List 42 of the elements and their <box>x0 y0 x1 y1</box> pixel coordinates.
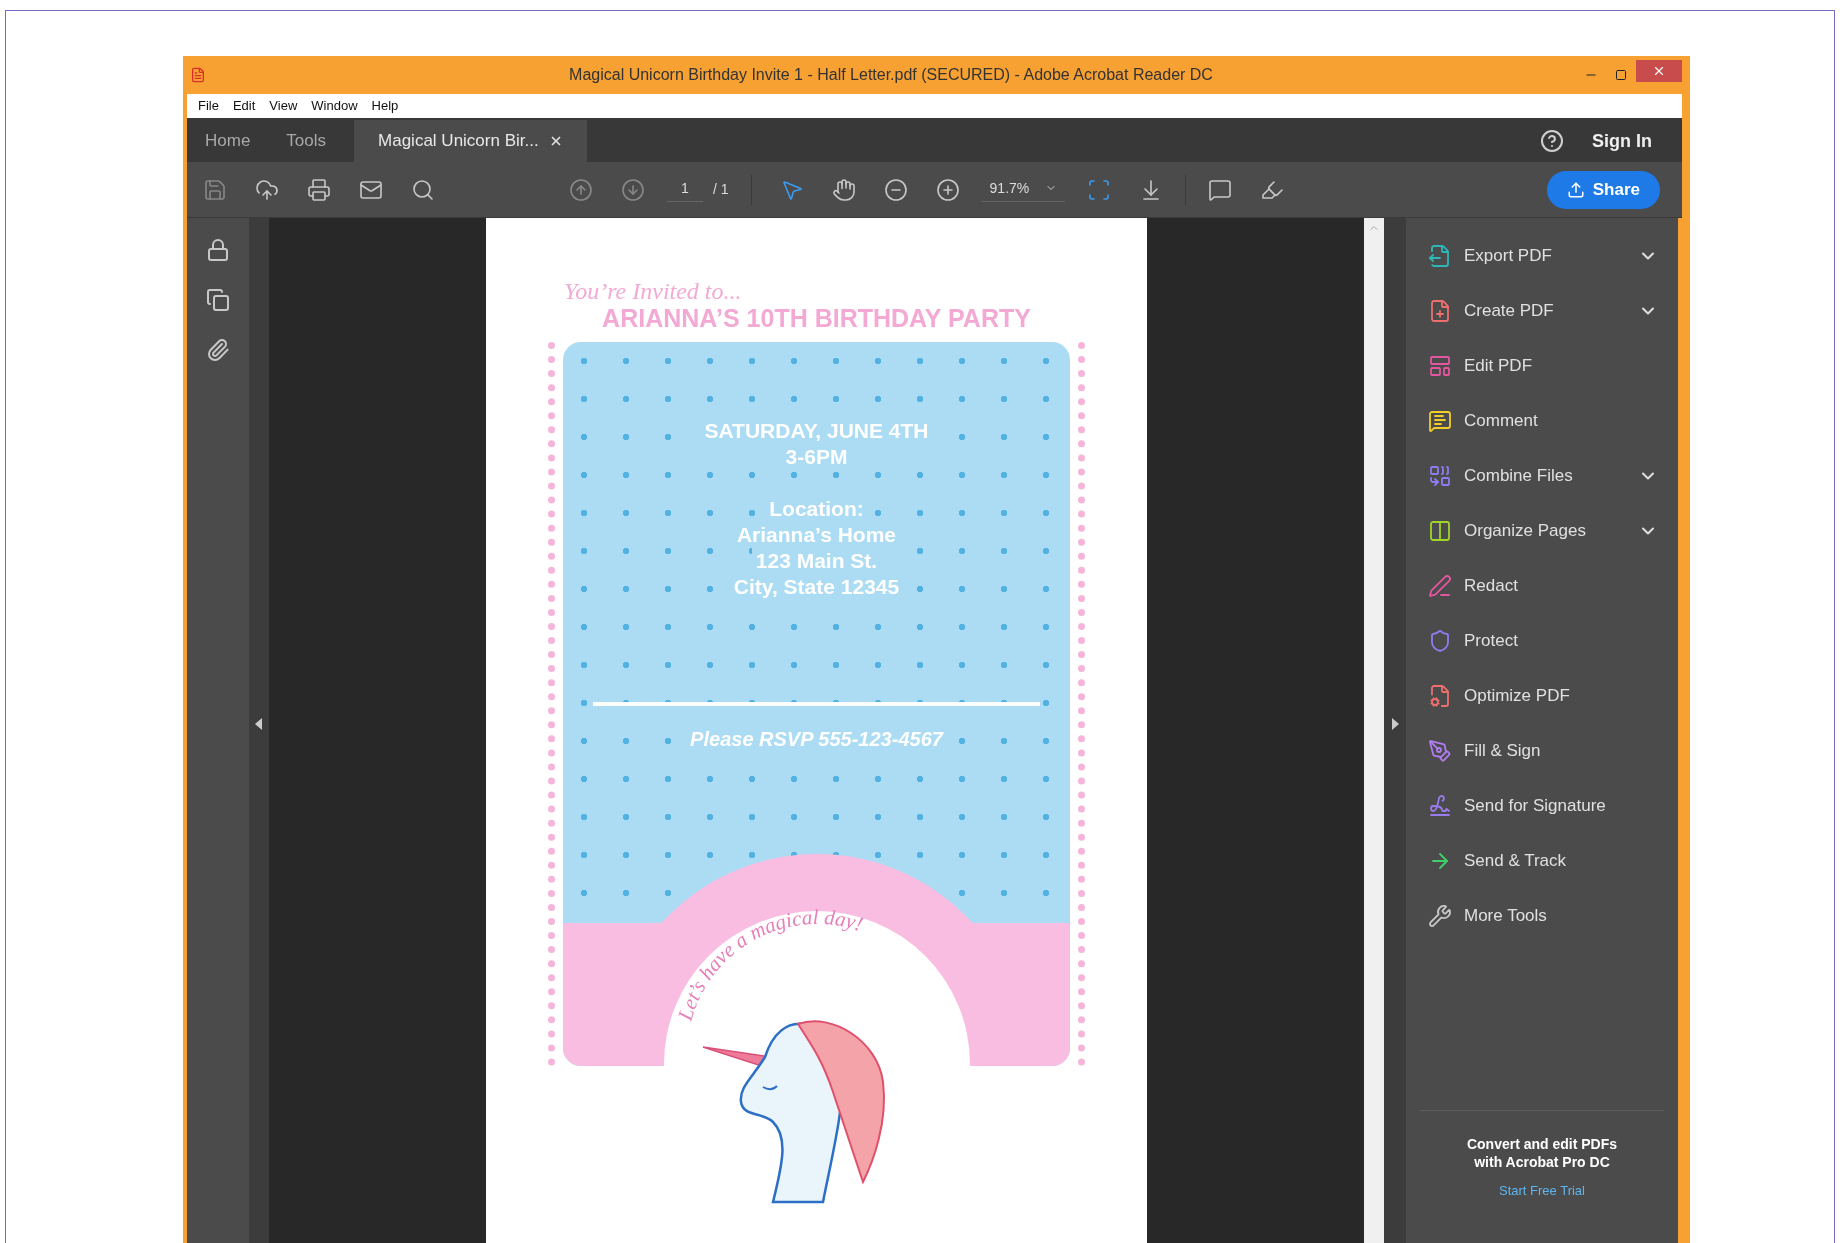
tool-item[interactable]: Export PDF <box>1406 228 1678 283</box>
pdf-file-icon <box>190 67 206 83</box>
tool-item[interactable]: Comment <box>1406 393 1678 448</box>
menu-item[interactable]: Window <box>304 96 365 116</box>
page-total: / 1 <box>713 180 729 199</box>
sign-in-button[interactable]: Sign In <box>1592 127 1652 155</box>
tool-item[interactable]: Redact <box>1406 558 1678 613</box>
tool-item[interactable]: Organize Pages <box>1406 503 1678 558</box>
promo-text: Convert and edit PDFs <box>1466 1134 1618 1153</box>
tool-item[interactable]: Optimize PDF <box>1406 668 1678 723</box>
collapse-left-icon[interactable] <box>255 718 263 730</box>
tool-item[interactable]: Send for Signature <box>1406 778 1678 833</box>
menu-item[interactable]: View <box>262 96 305 116</box>
menu-item[interactable]: Help <box>364 96 406 116</box>
tool-item[interactable]: Combine Files <box>1406 448 1678 503</box>
menu-item[interactable]: Edit <box>225 96 263 116</box>
collapse-right-icon[interactable] <box>1391 718 1399 730</box>
tool-item[interactable]: Create PDF <box>1406 283 1678 338</box>
lock-icon[interactable] <box>206 238 230 262</box>
start-trial-link[interactable]: Start Free Trial <box>1499 1180 1585 1200</box>
invite-script-heading: You’re Invited to... <box>564 278 743 304</box>
page-number-field[interactable]: 1 <box>667 177 703 202</box>
share-icon <box>1566 180 1585 199</box>
pages-icon[interactable] <box>206 288 230 312</box>
share-button[interactable]: Share <box>1546 170 1660 209</box>
tool-item[interactable]: More Tools <box>1406 888 1678 943</box>
zoom-dropdown[interactable]: 91.7% <box>981 177 1066 202</box>
help-icon[interactable] <box>1540 129 1564 153</box>
tool-item[interactable]: Fill & Sign <box>1406 723 1678 778</box>
maximize-icon <box>1615 69 1627 81</box>
attachment-icon[interactable] <box>206 338 230 362</box>
tool-item[interactable]: Protect <box>1406 613 1678 668</box>
tab[interactable]: Tools <box>268 120 345 162</box>
promo-text: with Acrobat Pro DC <box>1474 1152 1610 1171</box>
close-icon <box>1652 64 1666 78</box>
window-title: Magical Unicorn Birthday Invite 1 - Half Letter.pdf (SECURED) - Adobe Acrobat Reader DC <box>568 65 1214 85</box>
tab[interactable]: Magical Unicorn Bir... <box>354 120 587 162</box>
tool-item[interactable]: Send & Track <box>1406 833 1678 888</box>
tab[interactable]: Home <box>187 120 269 162</box>
invite-title: ARIANNA’S 10TH BIRTHDAY PARTY <box>601 304 1032 332</box>
menu-item[interactable]: File <box>191 96 226 116</box>
tool-item[interactable]: Edit PDF <box>1406 338 1678 393</box>
